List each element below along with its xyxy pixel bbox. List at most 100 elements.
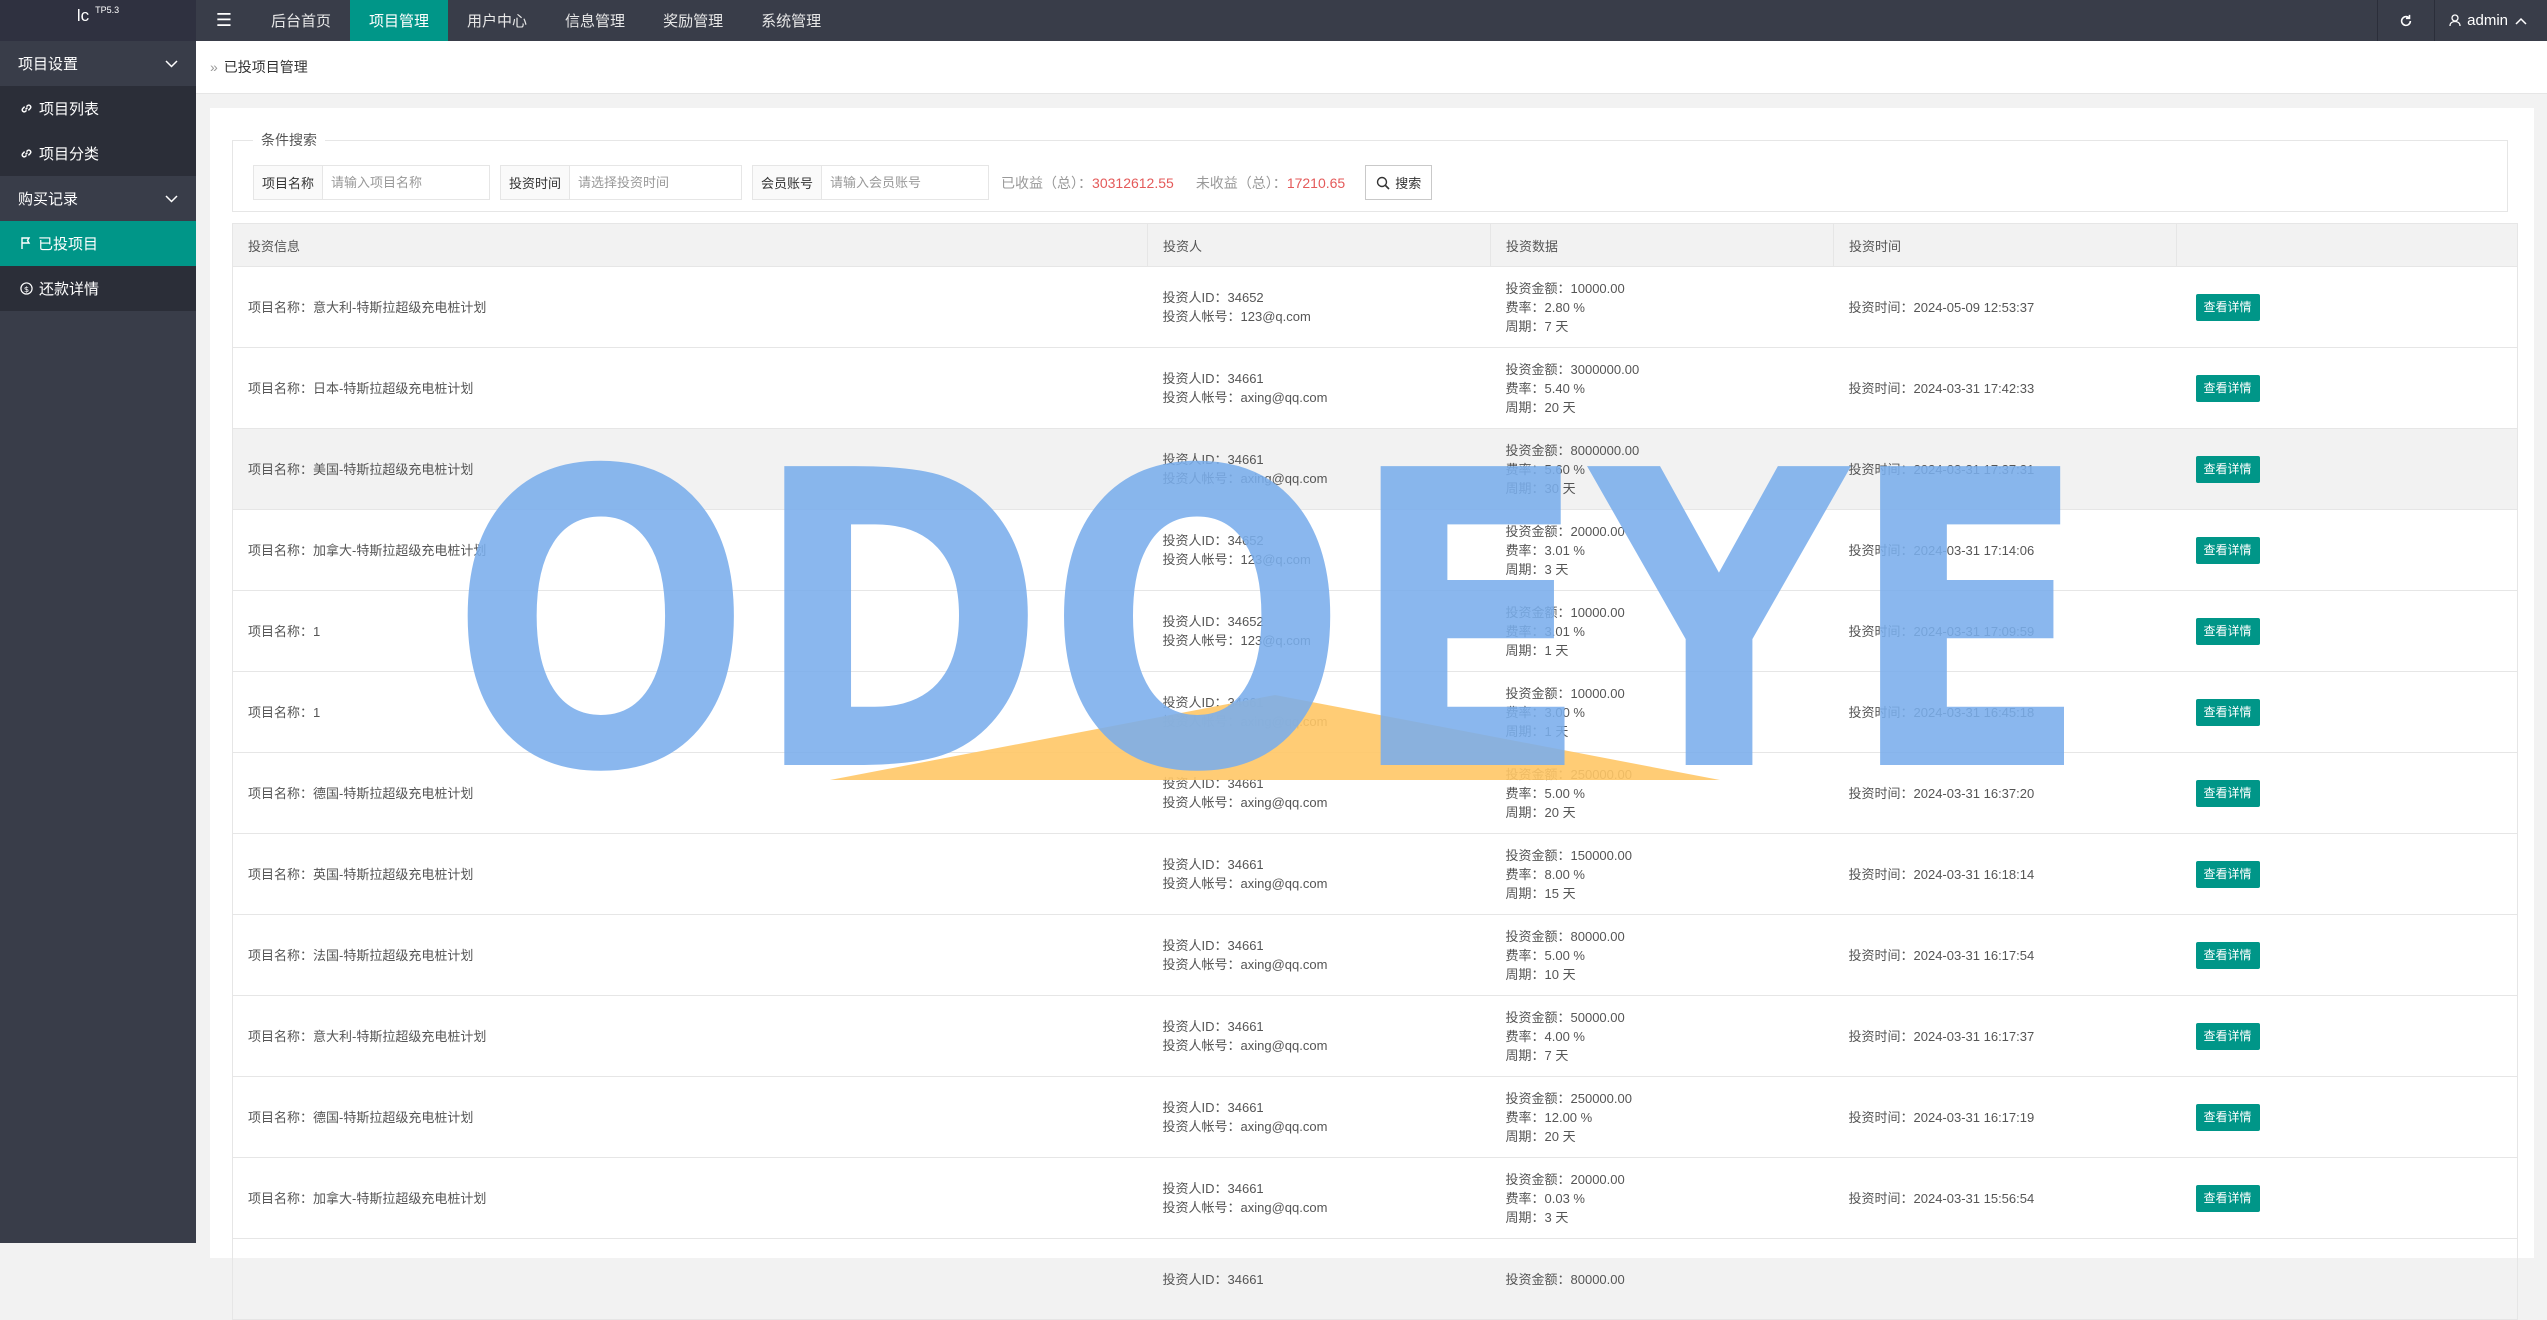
sidebar-group-project-settings[interactable]: 项目设置 <box>0 41 196 86</box>
invest-period: 周期：1 天 <box>1505 642 1569 658</box>
breadcrumb-separator-icon: » <box>210 59 218 75</box>
search-button[interactable]: 搜索 <box>1365 165 1433 200</box>
view-detail-button[interactable]: 查看详情 <box>2195 617 2260 645</box>
invest-amount: 投资金额：80000.00 <box>1505 1271 1625 1287</box>
member-account-input[interactable] <box>822 166 989 199</box>
col-header-investor: 投资人 <box>1147 223 1491 267</box>
cell-invest-time: 投资时间：2024-03-31 16:17:54 <box>1833 914 2177 996</box>
sidebar-item-label: 项目分类 <box>39 146 100 163</box>
sidebar-item-invested-projects[interactable]: 已投项目 <box>0 221 196 266</box>
sidebar-item-project-list[interactable]: 项目列表 <box>0 86 196 131</box>
cell-project-name: 项目名称：法国-特斯拉超级充电桩计划 <box>232 914 1148 996</box>
unearned-label: 未收益（总）： <box>1195 174 1287 191</box>
menu-toggle-icon[interactable]: ☰ <box>196 0 252 41</box>
cell-actions: 查看详情 <box>2176 1157 2518 1239</box>
investment-table: 投资信息 投资人 投资数据 投资时间 项目名称：意大利-特斯拉超级充电桩计划 投资… <box>232 223 2518 1320</box>
earned-value: 30312612.55 <box>1092 174 1174 191</box>
cell-actions: 查看详情 <box>2176 509 2518 591</box>
view-detail-button[interactable]: 查看详情 <box>2195 779 2260 807</box>
view-detail-button[interactable]: 查看详情 <box>2195 536 2260 564</box>
invest-amount: 投资金额：10000.00 <box>1505 604 1625 620</box>
nav-user-center[interactable]: 用户中心 <box>448 0 546 41</box>
cell-project-name: 项目名称：德国-特斯拉超级充电桩计划 <box>232 1076 1148 1158</box>
top-navbar: ☰ 后台首页 项目管理 用户中心 信息管理 奖励管理 系统管理 admin <box>196 0 2547 41</box>
field-label: 项目名称 <box>254 166 324 199</box>
sidebar-group-purchase-records[interactable]: 购买记录 <box>0 176 196 221</box>
investor-account: 投资人帐号：123@q.com <box>1162 633 1311 648</box>
sidebar: 项目设置 项目列表 项目分类 购买记录 已投项目 $ 还款详情 <box>0 41 196 1243</box>
table-body: 项目名称：意大利-特斯拉超级充电桩计划 投资人ID：34652 投资人帐号：123@… <box>232 266 2518 1320</box>
refresh-icon[interactable] <box>2377 0 2434 41</box>
invest-rate: 费率：3.01 % <box>1505 542 1585 558</box>
cell-invest-time: 投资时间：2024-03-31 16:18:14 <box>1833 833 2177 915</box>
nav-project-management[interactable]: 项目管理 <box>350 0 449 41</box>
sidebar-item-repayment-details[interactable]: $ 还款详情 <box>0 266 196 311</box>
invest-period: 周期：30 天 <box>1505 480 1576 496</box>
cell-invest-time: 投资时间：2024-03-31 17:14:06 <box>1833 509 2177 591</box>
table-row: 项目名称：加拿大-特斯拉超级充电桩计划 投资人ID：34652 投资人帐号：123@… <box>232 509 2518 591</box>
investor-id: 投资人ID：34661 <box>1162 938 1264 953</box>
view-detail-button[interactable]: 查看详情 <box>2195 1103 2260 1131</box>
nav-reward-management[interactable]: 奖励管理 <box>644 0 742 41</box>
investor-account: 投资人帐号：axing@qq.com <box>1162 957 1328 972</box>
search-icon <box>1377 176 1390 190</box>
view-detail-button[interactable]: 查看详情 <box>2195 455 2260 483</box>
col-header-invest-info: 投资信息 <box>232 223 1148 267</box>
cell-invest-data: 投资金额：250000.00 费率：5.00 % 周期：20 天 <box>1490 752 1834 834</box>
invest-amount: 投资金额：250000.00 <box>1505 1090 1632 1106</box>
cell-investor: 投资人ID：34661 投资人帐号：axing@qq.com <box>1147 995 1491 1077</box>
cell-investor: 投资人ID：34652 投资人帐号：123@q.com <box>1147 590 1491 672</box>
view-detail-button[interactable]: 查看详情 <box>2195 293 2260 321</box>
dollar-circle-icon: $ <box>20 282 33 295</box>
invest-period: 周期：10 天 <box>1505 966 1576 982</box>
investor-account: 投资人帐号：axing@qq.com <box>1162 1119 1328 1134</box>
invest-time-input[interactable] <box>570 166 742 199</box>
earned-total: 已收益（总）：30312612.55 <box>1001 173 1174 193</box>
cell-investor: 投资人ID：34661 投资人帐号：axing@qq.com <box>1147 671 1491 753</box>
search-button-label: 搜索 <box>1395 176 1422 191</box>
cell-actions: 查看详情 <box>2176 428 2518 510</box>
view-detail-button[interactable]: 查看详情 <box>2195 698 2260 726</box>
cell-actions: 查看详情 <box>2176 1076 2518 1158</box>
unearned-value: 17210.65 <box>1286 174 1346 191</box>
main-panel: 条件搜索 项目名称 投资时间 会员账号 已收益（总）：30312612.55 未… <box>210 108 2534 1320</box>
investor-account: 投资人帐号：123@q.com <box>1162 552 1311 567</box>
investor-id: 投资人ID：34652 <box>1162 614 1264 629</box>
invest-rate: 费率：2.80 % <box>1505 299 1585 315</box>
cell-invest-time: 投资时间：2024-03-31 16:45:18 <box>1833 671 2177 753</box>
invest-amount: 投资金额：20000.00 <box>1505 523 1625 539</box>
table-row: 项目名称：日本-特斯拉超级充电桩计划 投资人ID：34661 投资人帐号：axing… <box>232 347 2518 429</box>
view-detail-button[interactable]: 查看详情 <box>2195 1022 2260 1050</box>
cell-invest-time: 投资时间：2024-03-31 16:37:20 <box>1833 752 2177 834</box>
invest-rate: 费率：3.00 % <box>1505 704 1585 720</box>
field-label: 会员账号 <box>753 166 823 199</box>
sidebar-item-label: 已投项目 <box>38 236 99 253</box>
nav-system-management[interactable]: 系统管理 <box>742 0 840 41</box>
cell-investor: 投资人ID：34661 投资人帐号：axing@qq.com <box>1147 1076 1491 1158</box>
invest-period: 周期：20 天 <box>1505 1128 1576 1144</box>
investor-id: 投资人ID：34661 <box>1162 452 1264 467</box>
invest-amount: 投资金额：20000.00 <box>1505 1171 1625 1187</box>
investor-account: 投资人帐号：axing@qq.com <box>1162 876 1328 891</box>
logo-version: TP5.3 <box>95 5 120 15</box>
nav-info-management[interactable]: 信息管理 <box>546 0 644 41</box>
cell-investor: 投资人ID：34661 投资人帐号：axing@qq.com <box>1147 833 1491 915</box>
view-detail-button[interactable]: 查看详情 <box>2195 1184 2260 1212</box>
invest-rate: 费率：4.00 % <box>1505 1028 1585 1044</box>
table-header-row: 投资信息 投资人 投资数据 投资时间 <box>232 223 2518 267</box>
nav-home[interactable]: 后台首页 <box>252 0 350 41</box>
user-menu[interactable]: admin <box>2434 0 2547 41</box>
view-detail-button[interactable]: 查看详情 <box>2195 941 2260 969</box>
cell-investor: 投资人ID：34661 投资人帐号：axing@qq.com <box>1147 347 1491 429</box>
sidebar-item-project-category[interactable]: 项目分类 <box>0 131 196 176</box>
project-name-input[interactable] <box>323 166 490 199</box>
invest-rate: 费率：5.60 % <box>1505 461 1585 477</box>
invest-amount: 投资金额：250000.00 <box>1505 766 1632 782</box>
invest-rate: 费率：0.03 % <box>1505 1190 1585 1206</box>
invest-period: 周期：15 天 <box>1505 885 1576 901</box>
cell-invest-data: 投资金额：250000.00 费率：12.00 % 周期：20 天 <box>1490 1076 1834 1158</box>
view-detail-button[interactable]: 查看详情 <box>2195 860 2260 888</box>
invest-amount: 投资金额：10000.00 <box>1505 280 1625 296</box>
cell-actions: 查看详情 <box>2176 347 2518 429</box>
view-detail-button[interactable]: 查看详情 <box>2195 374 2260 402</box>
